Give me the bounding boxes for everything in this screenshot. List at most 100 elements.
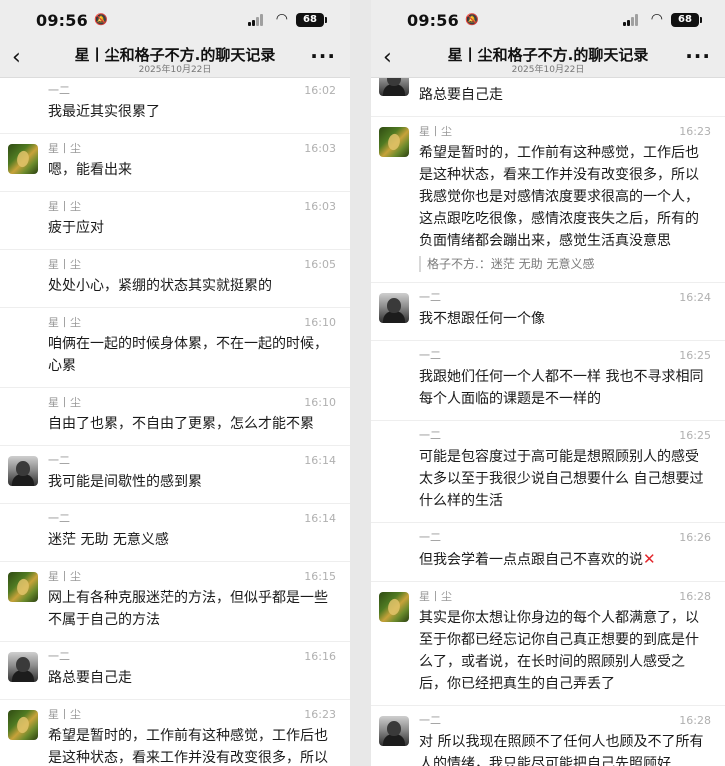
more-button[interactable]: ··· — [310, 44, 336, 68]
message-text: 网上有各种克服迷茫的方法，但似乎都是一些不属于自己的方法 — [48, 587, 334, 631]
message-item[interactable]: 一二 16:26 但我会学着一点点跟自己不喜欢的说✕ — [371, 523, 725, 582]
avatar[interactable] — [8, 456, 38, 486]
message-text-content: 我可能是间歇性的感到累 — [48, 474, 202, 490]
message-text-content: 但我会学着一点点跟自己不喜欢的说 — [419, 552, 643, 568]
nav-bar: ‹ 星丨尘和格子不方.的聊天记录 2025年10月22日 ··· — [371, 42, 725, 78]
message-text-content: 我不想跟任何一个像 — [419, 311, 545, 327]
avatar[interactable] — [379, 592, 409, 622]
quoted-message[interactable]: 格子不方.：迷茫 无助 无意义感 — [419, 256, 709, 272]
mute-icon: 🔕 — [465, 13, 479, 26]
message-item[interactable]: 一二 16:28 对 所以我现在照顾不了任何人也顾及不了所有人的情绪，我只能尽可能把… — [371, 706, 725, 766]
message-time: 16:02 — [304, 84, 336, 97]
message-list[interactable]: 路总要自己走 星丨尘 16:23 希望是暂时的，工作前有这种感觉，工作后也是这种状态，… — [371, 78, 725, 766]
message-item[interactable]: 一二 16:14 我可能是间歇性的感到累 — [0, 446, 350, 504]
message-time: 16:10 — [304, 396, 336, 409]
sender-name: 星丨尘 — [48, 396, 81, 409]
message-text-content: 自由了也累，不自由了更累，怎么才能不累 — [48, 416, 314, 432]
message-text-content: 我最近其实很累了 — [48, 104, 160, 120]
signal-icon — [623, 14, 639, 26]
page-subtitle: 2025年10月22日 — [138, 65, 212, 75]
message-time: 16:14 — [304, 512, 336, 525]
message-item[interactable]: 一二 16:16 路总要自己走 — [0, 642, 350, 700]
message-item[interactable]: 星丨尘 16:28 其实是你太想让你身边的每个人都满意了，以至于你都已经忘记你自己真… — [371, 582, 725, 706]
message-text-content: 咱俩在一起的时候身体累，不在一起的时候，心累 — [48, 336, 328, 374]
avatar[interactable] — [8, 710, 38, 740]
sender-name: 星丨尘 — [48, 258, 81, 271]
message-text-content: 网上有各种克服迷茫的方法，但似乎都是一些不属于自己的方法 — [48, 590, 328, 628]
message-item[interactable]: 一二 16:14 迷茫 无助 无意义感 — [0, 504, 350, 562]
message-time: 16:14 — [304, 454, 336, 467]
message-item[interactable]: 一二 16:02 我最近其实很累了 — [0, 78, 350, 134]
message-text: 可能是包容度过于高可能是想照顾别人的感受太多以至于我很少说自己想要什么 自己想要… — [419, 446, 709, 512]
message-text: 疲于应对 — [48, 217, 334, 239]
battery-icon: 68 — [671, 13, 702, 27]
message-text-content: 对 所以我现在照顾不了任何人也顾及不了所有人的情绪，我只能尽可能把自己先照顾好 — [419, 734, 704, 766]
cross-mark-icon: ✕ — [643, 550, 656, 568]
message-time: 16:16 — [304, 650, 336, 663]
avatar[interactable] — [8, 652, 38, 682]
message-time: 16:03 — [304, 200, 336, 213]
sender-name: 一二 — [48, 454, 70, 467]
message-text: 自由了也累，不自由了更累，怎么才能不累 — [48, 413, 334, 435]
message-text: 咱俩在一起的时候身体累，不在一起的时候，心累 — [48, 333, 334, 377]
message-text-content: 嗯，能看出来 — [48, 162, 132, 178]
more-button[interactable]: ··· — [685, 44, 711, 68]
sender-name: 一二 — [48, 650, 70, 663]
sender-name: 一二 — [419, 349, 441, 362]
message-item[interactable]: 星丨尘 16:05 处处小心，紧绷的状态其实就挺累的 — [0, 250, 350, 308]
avatar[interactable] — [379, 716, 409, 746]
sender-name: 星丨尘 — [48, 142, 81, 155]
chat-screen-right: 09:56 🔕 ◠ 68 ‹ 星丨尘和格子不方.的聊天记录 2025年10月22… — [371, 0, 725, 766]
message-text: 希望是暂时的，工作前有这种感觉，工作后也是这种状态，看来工作并没有改变很多，所以… — [419, 142, 709, 252]
message-text-content: 我跟她们任何一个人都不一样 我也不寻求相同 每个人面临的课题是不一样的 — [419, 369, 704, 407]
message-text: 其实是你太想让你身边的每个人都满意了，以至于你都已经忘记你自己真正想要的到底是什… — [419, 607, 709, 695]
message-time: 16:05 — [304, 258, 336, 271]
message-time: 16:28 — [679, 714, 711, 727]
message-text: 我不想跟任何一个像 — [419, 308, 709, 330]
sender-name: 一二 — [419, 429, 441, 442]
nav-bar: ‹ 星丨尘和格子不方.的聊天记录 2025年10月22日 ··· — [0, 42, 350, 78]
message-time: 16:23 — [304, 708, 336, 721]
message-text: 我跟她们任何一个人都不一样 我也不寻求相同 每个人面临的课题是不一样的 — [419, 366, 709, 410]
battery-icon: 68 — [296, 13, 327, 27]
sender-name: 星丨尘 — [48, 316, 81, 329]
message-text: 迷茫 无助 无意义感 — [48, 529, 334, 551]
message-text: 但我会学着一点点跟自己不喜欢的说✕ — [419, 548, 709, 571]
message-item[interactable]: 一二 16:25 我跟她们任何一个人都不一样 我也不寻求相同 每个人面临的课题是不一… — [371, 341, 725, 421]
message-text: 对 所以我现在照顾不了任何人也顾及不了所有人的情绪，我只能尽可能把自己先照顾好 — [419, 731, 709, 766]
avatar[interactable] — [379, 78, 409, 96]
sender-name: 一二 — [419, 531, 441, 544]
avatar[interactable] — [379, 127, 409, 157]
message-item[interactable]: 星丨尘 16:10 自由了也累，不自由了更累，怎么才能不累 — [0, 388, 350, 446]
message-item[interactable]: 星丨尘 16:15 网上有各种克服迷茫的方法，但似乎都是一些不属于自己的方法 — [0, 562, 350, 642]
avatar[interactable] — [379, 293, 409, 323]
message-item[interactable]: 一二 16:25 可能是包容度过于高可能是想照顾别人的感受太多以至于我很少说自己想要… — [371, 421, 725, 523]
signal-icon — [248, 14, 264, 26]
chat-screen-left: 09:56 🔕 ◠ 68 ‹ 星丨尘和格子不方.的聊天记录 2025年10月22… — [0, 0, 350, 766]
message-item[interactable]: 星丨尘 16:23 希望是暂时的，工作前有这种感觉，工作后也是这种状态，看来工作并没… — [371, 117, 725, 283]
message-text: 我最近其实很累了 — [48, 101, 334, 123]
sender-name: 星丨尘 — [48, 708, 81, 721]
message-item[interactable]: 一二 16:24 我不想跟任何一个像 — [371, 283, 725, 341]
message-item[interactable]: 星丨尘 16:23 希望是暂时的，工作前有这种感觉，工作后也是这种状态，看来工作并没… — [0, 700, 350, 766]
message-text-content: 处处小心，紧绷的状态其实就挺累的 — [48, 278, 272, 294]
message-item[interactable]: 星丨尘 16:10 咱俩在一起的时候身体累，不在一起的时候，心累 — [0, 308, 350, 388]
avatar[interactable] — [8, 144, 38, 174]
clock: 09:56 — [407, 11, 459, 30]
message-item[interactable]: 星丨尘 16:03 嗯，能看出来 — [0, 134, 350, 192]
message-text-content: 路总要自己走 — [48, 670, 132, 686]
message-time: 16:25 — [679, 429, 711, 442]
message-item[interactable]: 路总要自己走 — [371, 78, 725, 117]
message-list[interactable]: 一二 16:02 我最近其实很累了 星丨尘 16:03 嗯，能看出来 星丨尘 16:03 疲于应… — [0, 78, 350, 766]
sender-name: 星丨尘 — [48, 570, 81, 583]
message-item[interactable]: 星丨尘 16:03 疲于应对 — [0, 192, 350, 250]
avatar[interactable] — [8, 572, 38, 602]
sender-name: 星丨尘 — [48, 200, 81, 213]
message-time: 16:03 — [304, 142, 336, 155]
sender-name: 一二 — [48, 84, 70, 97]
message-text: 我可能是间歇性的感到累 — [48, 471, 334, 493]
sender-name: 一二 — [419, 291, 441, 304]
wifi-icon: ◠ — [650, 11, 663, 27]
message-text: 路总要自己走 — [48, 667, 334, 689]
sender-name: 星丨尘 — [419, 125, 452, 138]
